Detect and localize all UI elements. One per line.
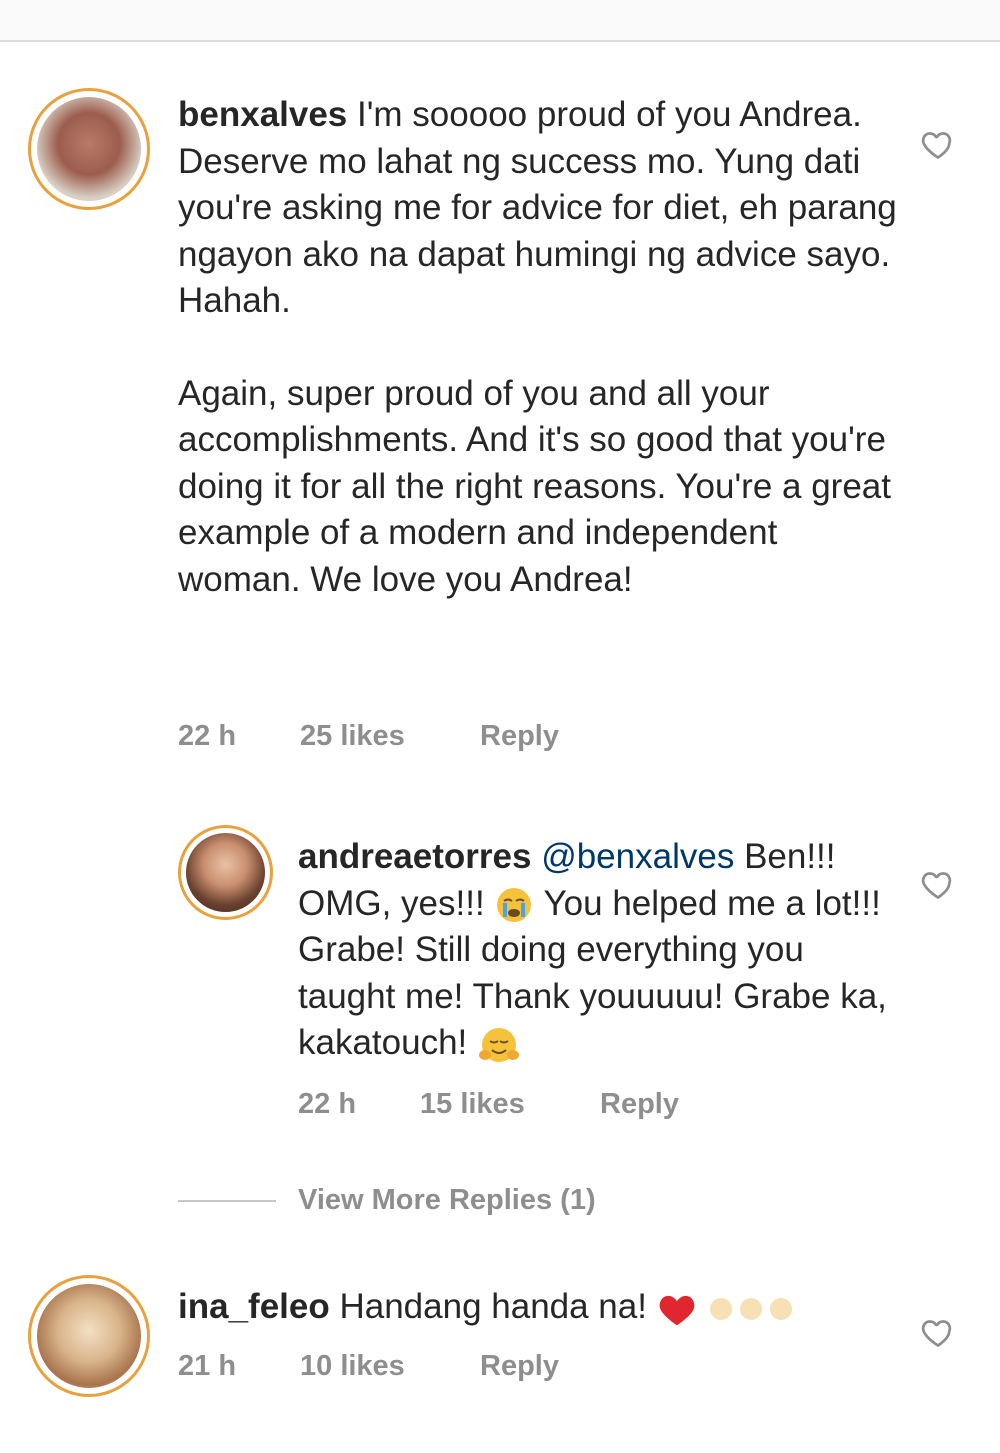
avatar[interactable]	[178, 825, 273, 920]
comment-likes[interactable]: 15 likes	[420, 1088, 525, 1121]
comment-time[interactable]: 22 h	[298, 1088, 356, 1121]
reply-button[interactable]: Reply	[480, 1350, 559, 1383]
avatar[interactable]	[28, 1275, 150, 1397]
heart-icon[interactable]	[920, 1314, 956, 1350]
comment-body: andreaetorres @benxalves Ben!!! OMG, yes…	[298, 834, 898, 1067]
reply-button[interactable]: Reply	[480, 720, 559, 753]
comment-body: benxalves I'm sooooo proud of you Andrea…	[178, 92, 898, 603]
loudly-crying-face-icon	[497, 888, 532, 923]
comment-text: Deserve mo lahat ng success mo. Yung dat…	[178, 141, 897, 321]
heart-icon[interactable]	[920, 866, 956, 902]
smiling-face-icon	[710, 1297, 793, 1320]
comment-username[interactable]: benxalves	[178, 95, 347, 134]
mention-link[interactable]: @benxalves	[541, 837, 734, 876]
comment-likes[interactable]: 10 likes	[300, 1350, 405, 1383]
comment-username[interactable]: andreaetorres	[298, 837, 531, 876]
comment-text: Again, super proud of you and all your a…	[178, 373, 891, 599]
comment-text: Handang handa na!	[339, 1287, 647, 1326]
view-more-replies-button[interactable]: View More Replies (1)	[298, 1184, 596, 1217]
reply-button[interactable]: Reply	[600, 1088, 679, 1121]
red-heart-icon	[659, 1295, 695, 1326]
heart-icon[interactable]	[920, 126, 956, 162]
replies-divider	[178, 1200, 276, 1202]
comment-body: ina_feleo Handang handa na!	[178, 1284, 898, 1331]
comment-text: I'm sooooo proud of you Andrea.	[357, 95, 862, 134]
previous-comment-edge	[0, 0, 1000, 42]
comment-time[interactable]: 22 h	[178, 720, 236, 753]
comment-time[interactable]: 21 h	[178, 1350, 236, 1383]
comment-username[interactable]: ina_feleo	[178, 1287, 330, 1326]
avatar[interactable]	[28, 88, 150, 210]
smiling-face-icon	[479, 1027, 520, 1062]
comment-likes[interactable]: 25 likes	[300, 720, 405, 753]
